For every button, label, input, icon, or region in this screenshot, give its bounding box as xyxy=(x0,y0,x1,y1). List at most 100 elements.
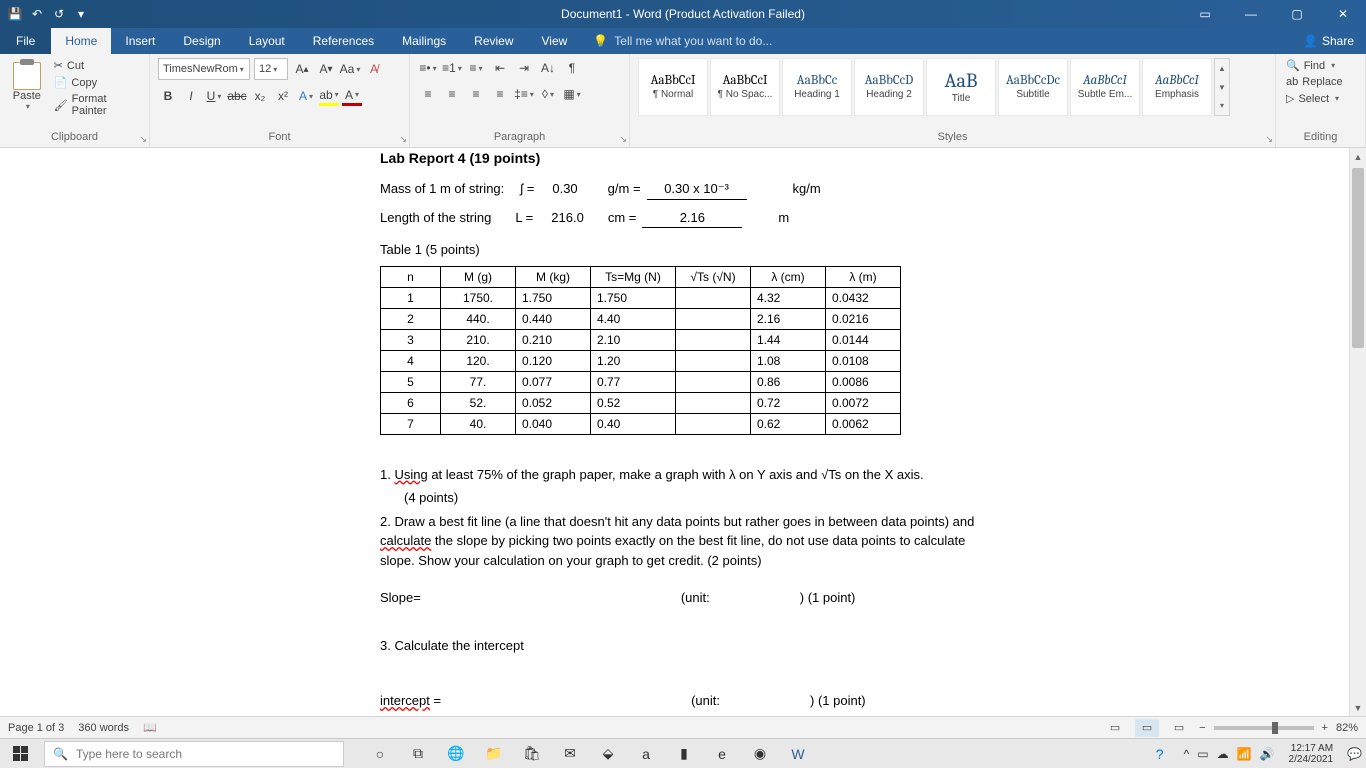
word-count[interactable]: 360 words xyxy=(78,722,129,734)
zoom-level[interactable]: 82% xyxy=(1336,722,1358,734)
scroll-down-icon[interactable]: ▼ xyxy=(1350,699,1366,716)
tray-chevron-icon[interactable]: ^ xyxy=(1184,747,1190,761)
close-button[interactable]: ✕ xyxy=(1320,0,1366,28)
share-button[interactable]: 👤 Share xyxy=(1291,28,1366,54)
align-left-icon[interactable]: ≡ xyxy=(418,84,438,104)
paste-button[interactable]: Paste ▾ xyxy=(8,58,46,131)
style-item[interactable]: AaBbCcDHeading 2 xyxy=(854,58,924,116)
replace-button[interactable]: abReplace xyxy=(1284,75,1357,89)
tab-design[interactable]: Design xyxy=(169,28,234,54)
align-center-icon[interactable]: ≡ xyxy=(442,84,462,104)
zoom-slider[interactable] xyxy=(1214,726,1314,730)
styles-scroll-down-icon[interactable]: ▼ xyxy=(1215,78,1229,97)
line-spacing-icon[interactable]: ‡≡▾ xyxy=(514,84,534,104)
taskbar-search[interactable]: 🔍 Type here to search xyxy=(44,741,344,767)
sort-icon[interactable]: A↓ xyxy=(538,58,558,78)
ie-icon[interactable]: e xyxy=(706,740,738,768)
read-mode-icon[interactable]: ▭ xyxy=(1103,719,1127,737)
font-name-combo[interactable]: TimesNewRom▾ xyxy=(158,58,250,80)
store-icon[interactable]: 🛍 xyxy=(516,740,548,768)
tab-insert[interactable]: Insert xyxy=(111,28,169,54)
style-item[interactable]: AaBbCcHeading 1 xyxy=(782,58,852,116)
font-size-combo[interactable]: 12▾ xyxy=(254,58,288,80)
style-item[interactable]: AaBTitle xyxy=(926,58,996,116)
styles-scroll-up-icon[interactable]: ▲ xyxy=(1215,59,1229,78)
word-icon[interactable]: W xyxy=(782,740,814,768)
underline-button[interactable]: U▾ xyxy=(204,86,224,106)
qat-customize-icon[interactable]: ▾ xyxy=(72,5,90,23)
edge-icon[interactable]: 🌐 xyxy=(440,740,472,768)
clock[interactable]: 12:17 AM 2/24/2021 xyxy=(1283,743,1340,765)
cortana-icon[interactable]: ○ xyxy=(364,740,396,768)
battery-icon[interactable]: ▭ xyxy=(1197,747,1208,761)
paragraph-dialog-icon[interactable]: ↘ xyxy=(619,134,627,145)
page-indicator[interactable]: Page 1 of 3 xyxy=(8,722,64,734)
style-item[interactable]: AaBbCcI¶ Normal xyxy=(638,58,708,116)
tab-review[interactable]: Review xyxy=(460,28,527,54)
tab-home[interactable]: Home xyxy=(51,28,111,54)
document-area[interactable]: Lab Report 4 (19 points) Mass of 1 m of … xyxy=(0,148,1366,716)
style-item[interactable]: AaBbCcIEmphasis xyxy=(1142,58,1212,116)
align-right-icon[interactable]: ≡ xyxy=(466,84,486,104)
tab-layout[interactable]: Layout xyxy=(235,28,299,54)
explorer-icon[interactable]: 📁 xyxy=(478,740,510,768)
shrink-font-icon[interactable]: A▾ xyxy=(316,59,336,79)
borders-icon[interactable]: ▦▾ xyxy=(562,84,582,104)
increase-indent-icon[interactable]: ⇥ xyxy=(514,58,534,78)
wifi-icon[interactable]: 📶 xyxy=(1237,747,1252,761)
web-layout-icon[interactable]: ▭ xyxy=(1167,719,1191,737)
highlight-icon[interactable]: ab▾ xyxy=(319,86,339,106)
task-view-icon[interactable]: ⧉ xyxy=(402,740,434,768)
dropbox-icon[interactable]: ⬙ xyxy=(592,740,624,768)
scroll-thumb[interactable] xyxy=(1352,168,1364,348)
subscript-button[interactable]: x₂ xyxy=(250,86,270,106)
numbering-icon[interactable]: ≡1▾ xyxy=(442,58,462,78)
find-button[interactable]: 🔍Find▾ xyxy=(1284,58,1357,73)
clear-formatting-icon[interactable]: A̸ xyxy=(364,59,384,79)
mail-icon[interactable]: ✉ xyxy=(554,740,586,768)
onedrive-icon[interactable]: ☁ xyxy=(1217,747,1229,761)
change-case-icon[interactable]: Aa▾ xyxy=(340,59,360,79)
styles-more-icon[interactable]: ▾ xyxy=(1215,96,1229,115)
print-layout-icon[interactable]: ▭ xyxy=(1135,719,1159,737)
format-painter-button[interactable]: 🖌Format Painter xyxy=(52,92,141,118)
justify-icon[interactable]: ≡ xyxy=(490,84,510,104)
help-icon[interactable]: ? xyxy=(1144,740,1176,768)
style-item[interactable]: AaBbCcI¶ No Spac... xyxy=(710,58,780,116)
redo-icon[interactable]: ↺ xyxy=(50,5,68,23)
save-icon[interactable]: 💾 xyxy=(6,5,24,23)
shading-icon[interactable]: ◊▾ xyxy=(538,84,558,104)
italic-button[interactable]: I xyxy=(181,86,201,106)
select-button[interactable]: ▷Select▾ xyxy=(1284,91,1357,106)
ribbon-options-icon[interactable]: ▭ xyxy=(1182,0,1228,28)
styles-gallery[interactable]: AaBbCcI¶ NormalAaBbCcI¶ No Spac...AaBbCc… xyxy=(638,58,1212,116)
copy-button[interactable]: 📄Copy xyxy=(52,75,141,90)
notifications-icon[interactable]: 💬 xyxy=(1347,747,1362,761)
decrease-indent-icon[interactable]: ⇤ xyxy=(490,58,510,78)
grow-font-icon[interactable]: A▴ xyxy=(292,59,312,79)
bold-button[interactable]: B xyxy=(158,86,178,106)
style-item[interactable]: AaBbCcDcSubtitle xyxy=(998,58,1068,116)
scroll-up-icon[interactable]: ▲ xyxy=(1350,148,1366,165)
spellcheck-icon[interactable]: 📖 xyxy=(143,721,157,734)
tab-references[interactable]: References xyxy=(299,28,388,54)
tab-mailings[interactable]: Mailings xyxy=(388,28,460,54)
style-item[interactable]: AaBbCcISubtle Em... xyxy=(1070,58,1140,116)
amazon-icon[interactable]: a xyxy=(630,740,662,768)
vertical-scrollbar[interactable]: ▲ ▼ xyxy=(1349,148,1366,716)
maximize-button[interactable]: ▢ xyxy=(1274,0,1320,28)
tab-file[interactable]: File xyxy=(0,28,51,54)
tell-me-input[interactable]: 💡 Tell me what you want to do... xyxy=(581,28,772,54)
start-button[interactable] xyxy=(0,739,40,769)
bullets-icon[interactable]: ≡•▾ xyxy=(418,58,438,78)
cut-button[interactable]: ✂Cut xyxy=(52,58,141,73)
office-icon[interactable]: ▮ xyxy=(668,740,700,768)
clipboard-dialog-icon[interactable]: ↘ xyxy=(139,134,147,145)
multilevel-list-icon[interactable]: ≡▾ xyxy=(466,58,486,78)
zoom-in-icon[interactable]: + xyxy=(1322,722,1328,734)
zoom-out-icon[interactable]: − xyxy=(1199,722,1205,734)
superscript-button[interactable]: x² xyxy=(273,86,293,106)
show-marks-icon[interactable]: ¶ xyxy=(562,58,582,78)
minimize-button[interactable]: — xyxy=(1228,0,1274,28)
chrome-icon[interactable]: ◉ xyxy=(744,740,776,768)
